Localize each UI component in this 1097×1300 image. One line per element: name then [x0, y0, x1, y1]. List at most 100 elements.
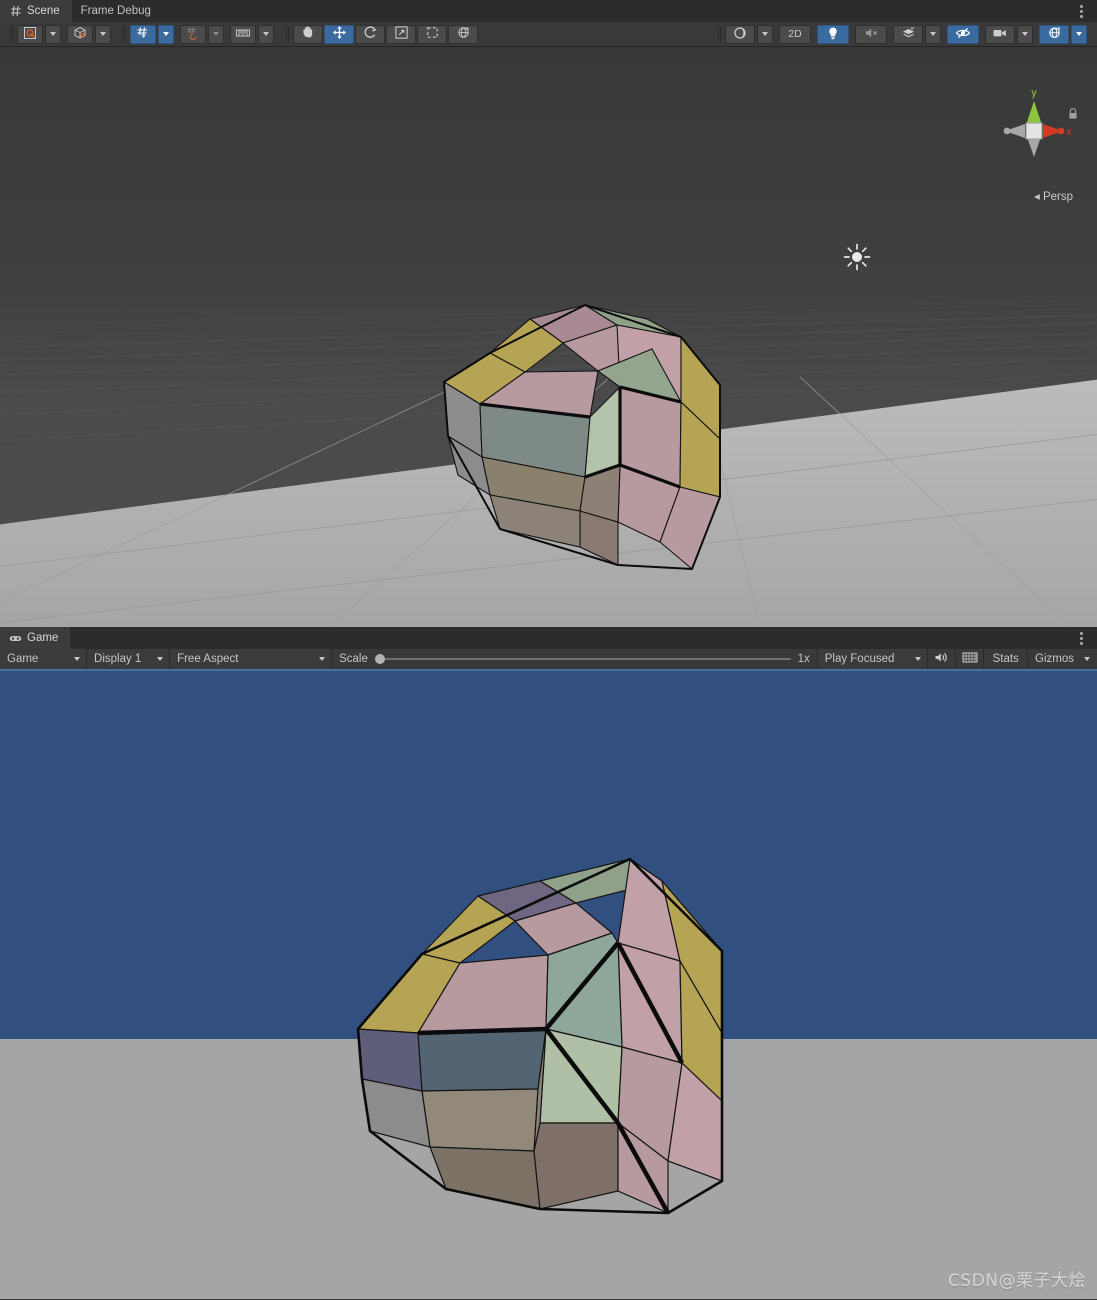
y-axis-cone: [1026, 101, 1042, 125]
chevron-down-icon: [1022, 32, 1028, 36]
transform-tool-button[interactable]: [448, 24, 478, 44]
scale-slider-handle[interactable]: [374, 654, 385, 664]
gizmos-dropdown[interactable]: [1071, 24, 1087, 44]
pixel-grid-icon: [962, 651, 978, 667]
hand-tool-button[interactable]: [293, 24, 323, 44]
move-tool-button[interactable]: [324, 24, 354, 44]
play-focus-selector[interactable]: Play Focused: [817, 649, 929, 669]
grid-size-button[interactable]: [230, 24, 256, 44]
game-viewport[interactable]: CSDN@栗子大烩: [0, 671, 1097, 1299]
effects-layers-icon: [901, 26, 916, 43]
scale-value: 1x: [797, 653, 810, 665]
rect-tool-button[interactable]: [417, 24, 447, 44]
pivot-mode-dropdown[interactable]: [45, 24, 61, 44]
aspect-ratio-selector[interactable]: Free Aspect: [170, 649, 333, 669]
chevron-down-icon: [762, 32, 768, 36]
surface-snap-button[interactable]: [180, 24, 206, 44]
2d-toggle-label: 2D: [788, 28, 802, 40]
gizmos-button[interactable]: [1039, 24, 1069, 44]
toolbar-divider: [718, 26, 719, 42]
grid-size-dropdown[interactable]: [258, 24, 274, 44]
scene-axis-gizmo[interactable]: y x: [995, 85, 1073, 203]
x-axis-label: x: [1066, 126, 1072, 138]
y-axis-label: y: [1031, 87, 1037, 99]
persp-chevron-icon: ◂: [1033, 191, 1040, 203]
chevron-down-icon: [157, 657, 164, 661]
fx-button[interactable]: [893, 24, 923, 44]
game-tabstrip: Game: [0, 627, 1097, 649]
transform-combined-icon: [456, 25, 471, 43]
scene-audio-button[interactable]: [855, 24, 887, 44]
scene-projection-indicator[interactable]: ◂ Persp: [1034, 189, 1073, 203]
scale-tool-button[interactable]: [386, 24, 416, 44]
display-selector-value: Display 1: [94, 653, 142, 665]
grid-snap-button[interactable]: [130, 24, 156, 44]
handle-orientation-button[interactable]: [67, 24, 93, 44]
camera-icon: [992, 27, 1008, 42]
rect-transform-icon: [425, 25, 440, 43]
game-view-selector-value: Game: [7, 653, 39, 665]
directional-light-gizmo[interactable]: [843, 243, 871, 271]
tab-frame-debug-label: Frame Debug: [80, 5, 151, 17]
gizmos-dropdown[interactable]: Gizmos: [1028, 649, 1097, 669]
grid-snap-icon: [136, 26, 150, 43]
pivot-group: [17, 24, 117, 44]
display-selector[interactable]: Display 1: [87, 649, 171, 669]
scene-viewport[interactable]: y x ◂ Persp: [0, 47, 1097, 627]
tab-scene-label: Scene: [27, 5, 60, 17]
low-resolution-aspect-button[interactable]: [956, 649, 985, 669]
draw-mode-dropdown[interactable]: [757, 24, 773, 44]
game-scale-control[interactable]: Scale 1x: [332, 649, 818, 669]
stats-button[interactable]: Stats: [984, 649, 1029, 669]
scale-slider[interactable]: [374, 654, 791, 664]
chevron-down-icon: [319, 657, 326, 661]
grid-hash-icon: [9, 5, 22, 18]
chevron-down-icon: [263, 32, 269, 36]
chevron-down-icon: [163, 32, 169, 36]
camera-settings-button[interactable]: [985, 24, 1015, 44]
gizmos-label: Gizmos: [1035, 653, 1074, 665]
tab-frame-debug[interactable]: Frame Debug: [72, 0, 163, 22]
toolbar-divider: [10, 26, 11, 42]
csdn-watermark: CSDN@栗子大烩: [948, 1271, 1086, 1291]
game-view-selector[interactable]: Game: [0, 649, 88, 669]
game-rubiks-cube-object: [356, 857, 724, 1215]
tab-game-label: Game: [27, 632, 59, 644]
scene-overflow-menu-icon[interactable]: [1071, 0, 1091, 22]
2d-toggle-button[interactable]: 2D: [779, 24, 811, 44]
shaded-sphere-icon: [733, 26, 747, 43]
rotate-icon: [363, 25, 378, 43]
play-focus-value: Play Focused: [824, 653, 895, 665]
scene-visibility-button[interactable]: [947, 24, 979, 44]
scene-toolbar: 2D: [0, 22, 1097, 47]
fx-dropdown[interactable]: [925, 24, 941, 44]
pivot-mode-button[interactable]: [17, 24, 43, 44]
transform-tools-group: [293, 24, 480, 44]
axis-gizmo-center-cube: [1025, 122, 1043, 140]
game-overflow-menu-icon[interactable]: [1071, 627, 1091, 649]
scale-label: Scale: [339, 653, 368, 665]
rotate-tool-button[interactable]: [355, 24, 385, 44]
chevron-down-icon: [213, 32, 219, 36]
mute-audio-button[interactable]: [928, 649, 957, 669]
grid-snap-dropdown[interactable]: [158, 24, 174, 44]
tab-scene[interactable]: Scene: [0, 0, 72, 22]
gamepad-icon: [9, 632, 22, 645]
scene-camera-lock-icon[interactable]: [1067, 107, 1079, 126]
persp-label-text: Persp: [1042, 191, 1073, 203]
camera-settings-dropdown[interactable]: [1017, 24, 1033, 44]
gizmos-globe-icon: [1047, 25, 1062, 43]
audio-muted-icon: [864, 26, 879, 43]
lightbulb-icon: [826, 26, 840, 43]
scene-rubiks-cube-object[interactable]: [430, 297, 740, 597]
speaker-icon: [934, 651, 949, 667]
game-toolbar: Game Display 1 Free Aspect Scale 1x Play…: [0, 649, 1097, 671]
chevron-down-icon: [74, 657, 81, 661]
scene-lighting-button[interactable]: [817, 24, 849, 44]
draw-mode-button[interactable]: [725, 24, 755, 44]
surface-snap-dropdown[interactable]: [208, 24, 224, 44]
tab-game[interactable]: Game: [0, 627, 71, 649]
scene-tabstrip: Scene Frame Debug: [0, 0, 1097, 22]
eye-crossed-icon: [955, 26, 971, 43]
handle-orientation-dropdown[interactable]: [95, 24, 111, 44]
